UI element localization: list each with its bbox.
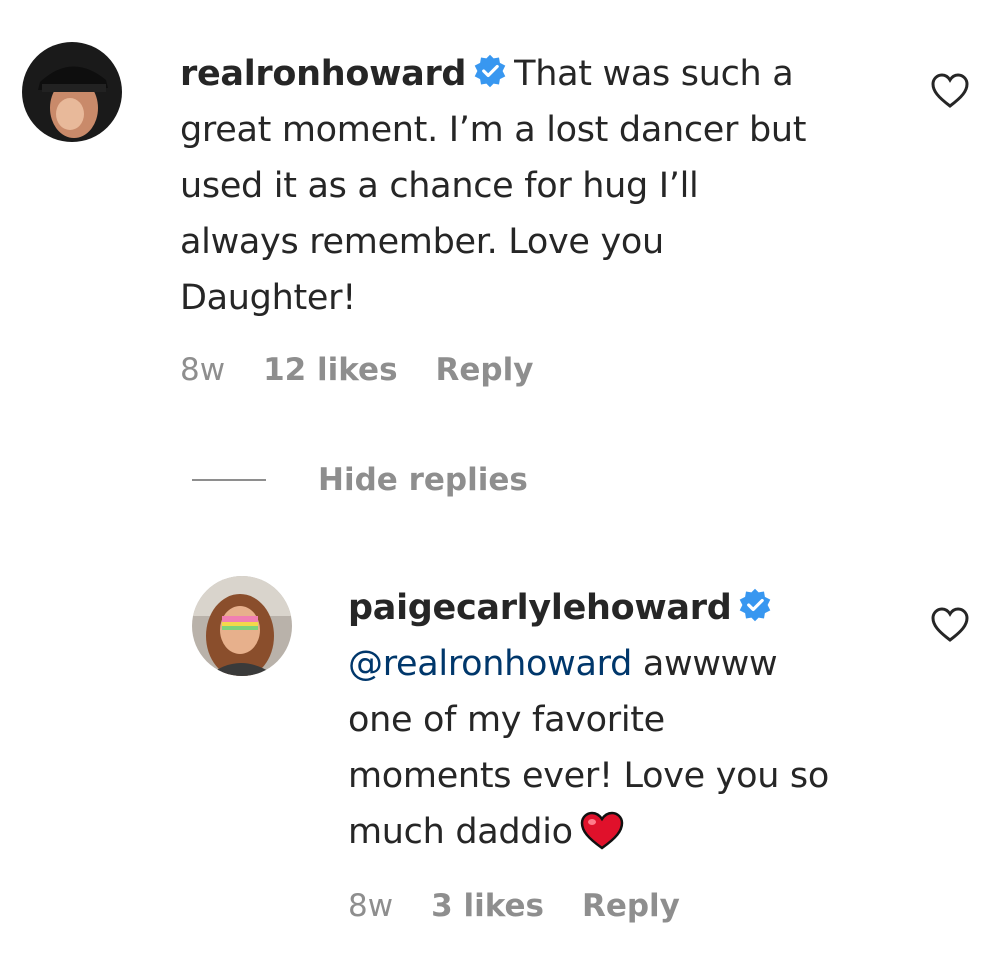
comment-time[interactable]: 8w	[180, 352, 225, 388]
comment-username[interactable]: realronhoward	[180, 54, 466, 94]
reply-text-line: one of my favorite	[348, 700, 665, 740]
comment-text-line: used it as a chance for hug I’ll	[180, 166, 699, 206]
reply-button[interactable]: Reply	[582, 888, 680, 924]
avatar[interactable]	[22, 42, 122, 142]
heart-outline-icon	[931, 73, 969, 108]
comment-text-line: always remember. Love you	[180, 222, 664, 262]
like-button[interactable]	[930, 72, 970, 110]
avatar[interactable]	[192, 576, 292, 676]
comment-text-line: Daughter!	[180, 278, 356, 318]
hide-replies-label: Hide replies	[318, 462, 528, 498]
comment-text-line: great moment. I’m a lost dancer but	[180, 110, 807, 150]
reply-time[interactable]: 8w	[348, 888, 393, 924]
red-heart-emoji	[579, 811, 625, 851]
comment-text-line: That was such a	[514, 54, 794, 94]
verified-badge-icon	[737, 587, 773, 623]
like-button[interactable]	[930, 606, 970, 644]
reply-text-line: moments ever! Love you so	[348, 756, 829, 796]
heart-outline-icon	[931, 607, 969, 642]
hide-replies-toggle[interactable]: Hide replies	[192, 462, 528, 498]
verified-badge-icon	[472, 53, 508, 89]
reply-button[interactable]: Reply	[436, 352, 534, 388]
comment-text: realronhoward That was such a great momen…	[180, 46, 900, 326]
divider-line	[192, 479, 266, 481]
reply-text-line: awwww	[642, 644, 778, 684]
reply-text: paigecarlylehoward @realronhoward awwww …	[348, 580, 928, 860]
reply-meta: 8w 3 likes Reply	[348, 888, 680, 924]
reply-text-line: much daddio	[348, 812, 573, 852]
comment-meta: 8w 12 likes Reply	[180, 352, 533, 388]
comment-likes[interactable]: 12 likes	[263, 352, 397, 388]
mention-link[interactable]: @realronhoward	[348, 644, 632, 684]
reply-likes[interactable]: 3 likes	[431, 888, 544, 924]
reply-username[interactable]: paigecarlylehoward	[348, 588, 732, 628]
